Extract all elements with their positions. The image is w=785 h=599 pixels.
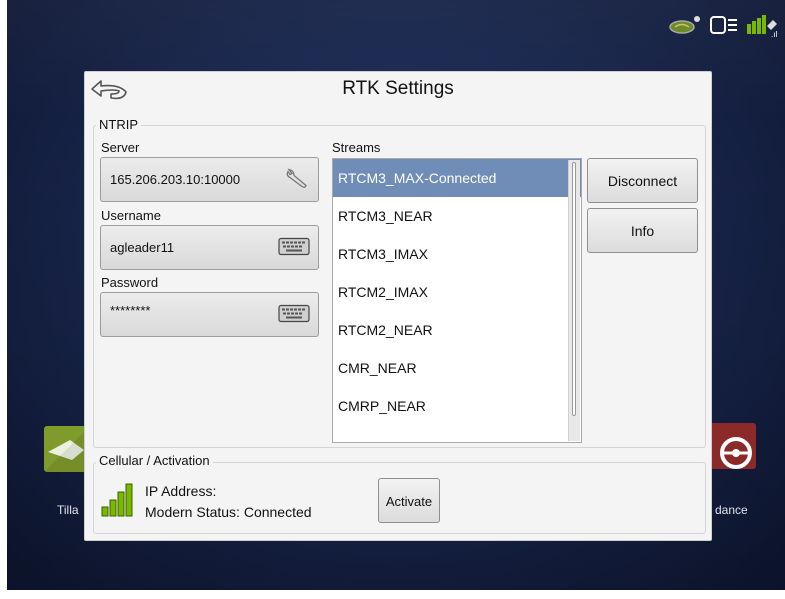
streams-scrollbar[interactable]	[568, 160, 580, 441]
rtk-settings-dialog: RTK Settings NTRIP Server 165.206.203.10…	[84, 71, 712, 541]
stream-item[interactable]: RTCM2_NEAR	[333, 311, 581, 349]
stream-item[interactable]: RTCM3_NEAR	[333, 197, 581, 235]
streams-list[interactable]: RTCM3_MAX-Connected RTCM3_NEAR RTCM3_IMA…	[332, 158, 582, 443]
ntrip-group-label: NTRIP	[96, 117, 141, 132]
server-label: Server	[101, 140, 140, 155]
stream-item[interactable]: RTCM2_IMAX	[333, 273, 581, 311]
ip-address-label: IP Address:	[145, 483, 217, 499]
status-bar: .ıl	[667, 12, 781, 43]
display-config-icon[interactable]	[709, 14, 739, 41]
field-map-icon[interactable]	[667, 14, 703, 41]
password-value: ********	[110, 303, 151, 318]
stream-item[interactable]: RTCM3_IMAX	[333, 235, 581, 273]
username-field[interactable]: agleader11	[100, 225, 319, 270]
activate-button[interactable]: Activate	[378, 478, 440, 523]
stream-item[interactable]: CMRP_NEAR	[333, 387, 581, 425]
server-field[interactable]: 165.206.203.10:10000	[100, 157, 319, 202]
dialog-title: RTK Settings	[342, 78, 454, 99]
username-value: agleader11	[110, 240, 175, 255]
wrench-icon	[284, 167, 310, 192]
disconnect-button[interactable]: Disconnect	[587, 158, 698, 203]
gps-satellite-icon[interactable]: .ıl	[745, 12, 781, 43]
stream-item[interactable]: RTCM3_MAX-Connected	[333, 159, 581, 197]
stream-item[interactable]: CMR_NEAR	[333, 349, 581, 387]
server-value: 165.206.203.10:10000	[110, 172, 241, 187]
cellular-group-label: Cellular / Activation	[96, 453, 213, 468]
cell-signal-icon	[101, 481, 133, 522]
keyboard-icon	[278, 304, 310, 325]
guidance-tile[interactable]	[710, 423, 756, 469]
streams-label: Streams	[332, 140, 381, 155]
password-field[interactable]: ********	[100, 292, 319, 337]
keyboard-icon	[278, 237, 310, 258]
streams-scroll-thumb[interactable]	[572, 162, 576, 416]
svg-text:.ıl: .ıl	[771, 30, 777, 38]
guidance-tile-label: dance	[715, 503, 748, 517]
modem-status-label: Modern Status: Connected	[145, 504, 312, 520]
password-label: Password	[101, 275, 159, 290]
info-button[interactable]: Info	[587, 208, 698, 253]
tillage-tile-label: Tilla	[57, 503, 79, 517]
username-label: Username	[101, 208, 161, 223]
